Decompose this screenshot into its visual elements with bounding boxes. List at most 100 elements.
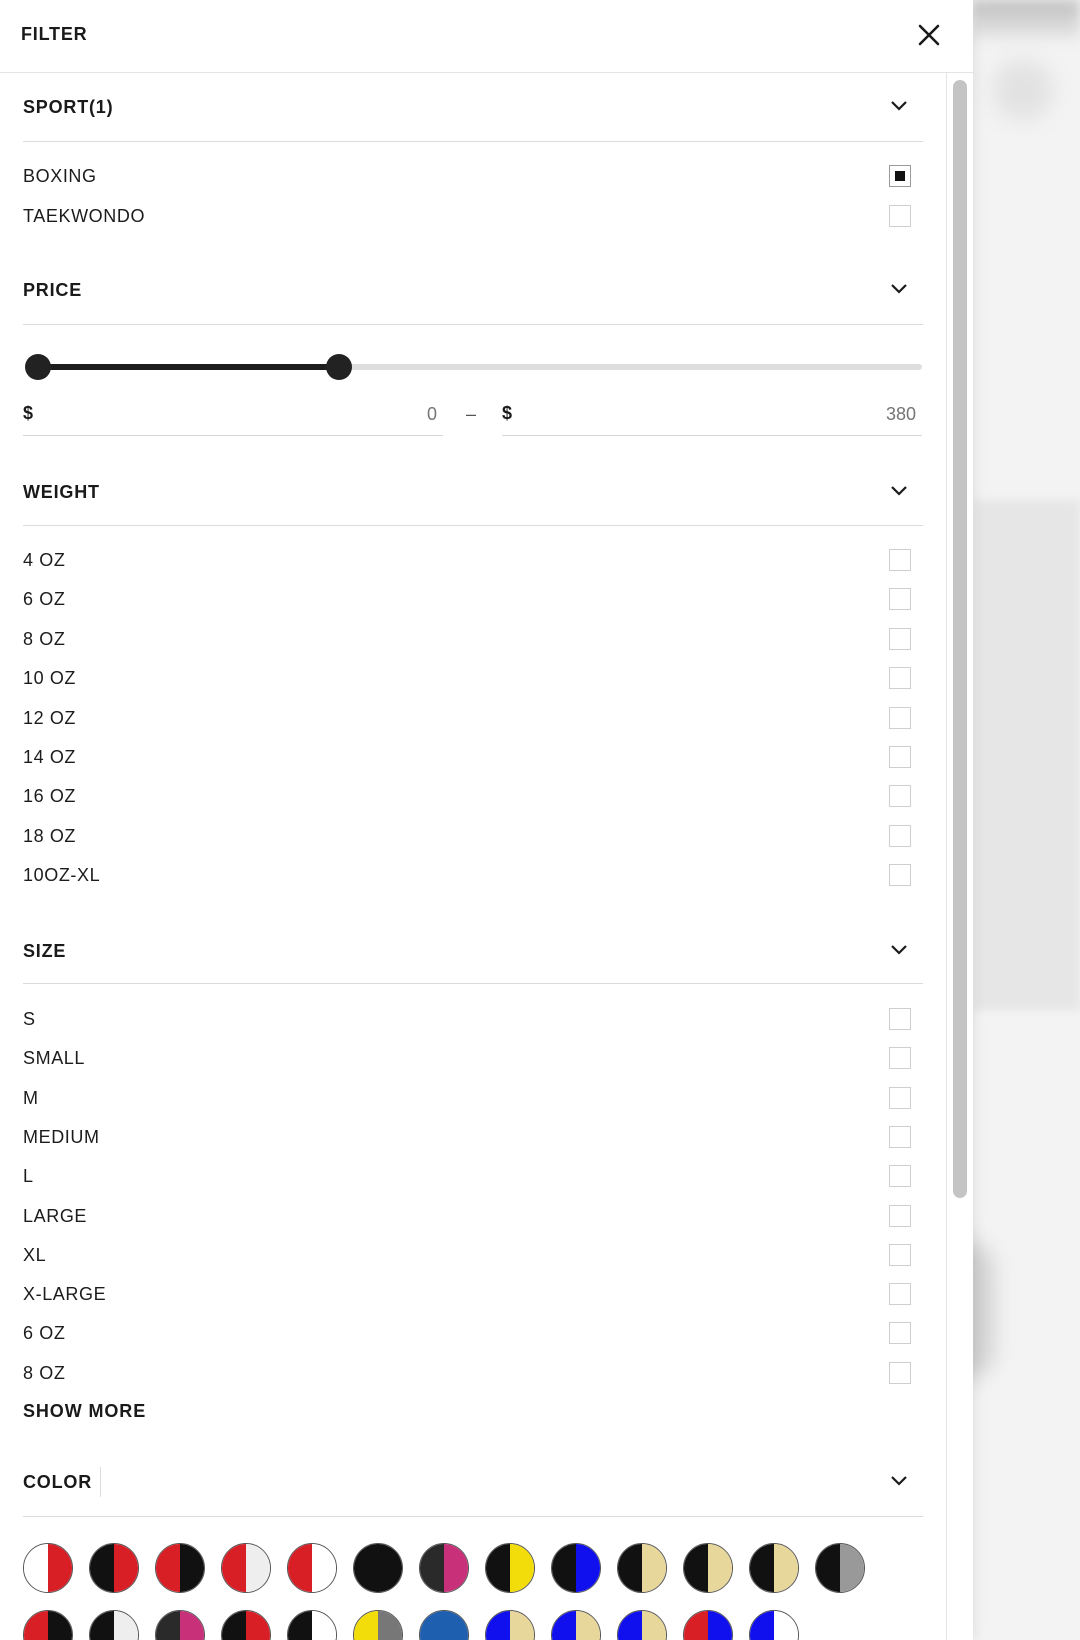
filter-option[interactable]: 14 OZ bbox=[23, 742, 923, 774]
color-swatch[interactable] bbox=[221, 1610, 271, 1640]
color-swatch[interactable] bbox=[353, 1543, 403, 1593]
filter-checkbox[interactable] bbox=[889, 667, 911, 690]
chevron-down-icon bbox=[891, 486, 907, 496]
filter-checkbox[interactable] bbox=[889, 1047, 911, 1070]
filter-checkbox[interactable] bbox=[889, 706, 911, 729]
filter-option-label: X-LARGE bbox=[23, 1284, 107, 1305]
filter-checkbox[interactable] bbox=[889, 204, 911, 227]
section-header-price[interactable]: PRICE bbox=[23, 267, 923, 317]
color-swatch[interactable] bbox=[23, 1543, 73, 1593]
filter-checkbox[interactable] bbox=[889, 627, 911, 650]
color-swatch[interactable] bbox=[485, 1610, 535, 1640]
price-slider-min-handle[interactable] bbox=[25, 354, 51, 380]
filter-option[interactable]: 6 OZ bbox=[23, 584, 923, 616]
price-slider-max-handle[interactable] bbox=[325, 354, 352, 380]
filter-checkbox[interactable] bbox=[889, 1086, 911, 1109]
currency-symbol: $ bbox=[23, 403, 34, 423]
color-swatch[interactable] bbox=[89, 1543, 139, 1593]
filter-checkbox[interactable] bbox=[889, 1008, 911, 1030]
filter-option[interactable]: BOXING bbox=[23, 161, 923, 193]
filter-option-label: BOXING bbox=[23, 166, 97, 186]
section-header-weight[interactable]: WEIGHT bbox=[23, 468, 923, 518]
filter-option[interactable]: TAEKWONDO bbox=[23, 201, 923, 233]
divider bbox=[23, 525, 923, 526]
filter-option-label: S bbox=[23, 1009, 36, 1029]
filter-option[interactable]: 10OZ-XL bbox=[23, 860, 923, 892]
color-swatch[interactable] bbox=[749, 1543, 799, 1593]
filter-option[interactable]: 18 OZ bbox=[23, 821, 923, 853]
filter-option[interactable]: 10 OZ bbox=[23, 663, 923, 695]
color-swatch[interactable] bbox=[749, 1610, 799, 1640]
filter-option-label: 4 OZ bbox=[23, 550, 66, 570]
price-max-field: $ bbox=[502, 398, 922, 436]
color-swatch[interactable] bbox=[683, 1610, 733, 1640]
color-swatch[interactable] bbox=[23, 1610, 73, 1640]
section-header-color[interactable]: COLOR bbox=[23, 1458, 923, 1508]
color-swatch[interactable] bbox=[617, 1610, 667, 1640]
color-swatch[interactable] bbox=[551, 1610, 601, 1640]
filter-checkbox[interactable] bbox=[889, 549, 911, 571]
filter-option[interactable]: MEDIUM bbox=[23, 1122, 923, 1154]
scrollbar-thumb[interactable] bbox=[953, 80, 967, 1198]
section-title-sport: SPORT(1) bbox=[23, 97, 114, 117]
filter-checkbox[interactable] bbox=[889, 1361, 911, 1384]
filter-option[interactable]: X-LARGE bbox=[23, 1279, 923, 1311]
filter-checkbox[interactable] bbox=[889, 1125, 911, 1148]
color-swatch[interactable] bbox=[155, 1543, 205, 1593]
filter-checkbox[interactable] bbox=[889, 588, 911, 611]
filter-option[interactable]: 8 OZ bbox=[23, 624, 923, 656]
filter-option[interactable]: LARGE bbox=[23, 1201, 923, 1233]
color-swatch[interactable] bbox=[683, 1543, 733, 1593]
color-swatch[interactable] bbox=[155, 1610, 205, 1640]
title-caret bbox=[100, 1467, 101, 1497]
filter-checkbox[interactable] bbox=[889, 864, 911, 887]
filter-option-label: 18 OZ bbox=[23, 825, 77, 846]
filter-option[interactable]: SMALL bbox=[23, 1043, 923, 1075]
price-slider-fill bbox=[38, 364, 339, 370]
section-header-size[interactable]: SIZE bbox=[23, 927, 923, 977]
filter-option-label: L bbox=[23, 1166, 34, 1187]
filter-checkbox[interactable] bbox=[889, 1322, 911, 1345]
color-swatch[interactable] bbox=[287, 1610, 337, 1640]
filter-option-label: M bbox=[23, 1087, 39, 1108]
filter-option[interactable]: 4 OZ bbox=[23, 545, 923, 577]
filter-option[interactable]: S bbox=[23, 1004, 923, 1036]
filter-option[interactable]: XL bbox=[23, 1240, 923, 1272]
filter-option[interactable]: 12 OZ bbox=[23, 703, 923, 735]
filter-checkbox[interactable] bbox=[889, 1283, 911, 1306]
color-swatch[interactable] bbox=[617, 1543, 667, 1593]
chevron-down-icon bbox=[891, 101, 907, 111]
section-title-color: COLOR bbox=[23, 1472, 92, 1492]
section-header-sport[interactable]: SPORT(1) bbox=[23, 84, 923, 134]
chevron-down-icon bbox=[891, 1476, 907, 1486]
filter-option-label: 8 OZ bbox=[23, 628, 66, 649]
divider bbox=[23, 141, 923, 142]
price-min-input[interactable] bbox=[237, 400, 437, 428]
filter-option[interactable]: 6 OZ bbox=[23, 1318, 923, 1350]
filter-option[interactable]: 16 OZ bbox=[23, 781, 923, 813]
filter-option-label: 6 OZ bbox=[23, 589, 66, 610]
filter-checkbox[interactable] bbox=[889, 1204, 911, 1227]
filter-option[interactable]: 8 OZ bbox=[23, 1358, 923, 1390]
color-swatch[interactable] bbox=[89, 1610, 139, 1640]
color-swatch[interactable] bbox=[221, 1543, 271, 1593]
color-swatch[interactable] bbox=[353, 1610, 403, 1640]
filter-checkbox[interactable] bbox=[889, 746, 911, 768]
color-swatch[interactable] bbox=[419, 1610, 469, 1640]
color-swatch[interactable] bbox=[485, 1543, 535, 1593]
close-icon[interactable] bbox=[912, 18, 946, 52]
price-max-input[interactable] bbox=[716, 400, 916, 428]
color-swatch[interactable] bbox=[815, 1543, 865, 1593]
filter-option[interactable]: M bbox=[23, 1083, 923, 1115]
filter-checkbox[interactable] bbox=[889, 824, 911, 847]
chevron-down-icon bbox=[891, 284, 907, 294]
filter-checkbox[interactable] bbox=[889, 165, 911, 187]
filter-checkbox[interactable] bbox=[889, 1165, 911, 1188]
color-swatch[interactable] bbox=[551, 1543, 601, 1593]
color-swatch[interactable] bbox=[419, 1543, 469, 1593]
filter-option[interactable]: L bbox=[23, 1161, 923, 1193]
filter-checkbox[interactable] bbox=[889, 785, 911, 808]
filter-checkbox[interactable] bbox=[889, 1243, 911, 1266]
show-more-button[interactable]: SHOW MORE bbox=[23, 1401, 146, 1422]
color-swatch[interactable] bbox=[287, 1543, 337, 1593]
